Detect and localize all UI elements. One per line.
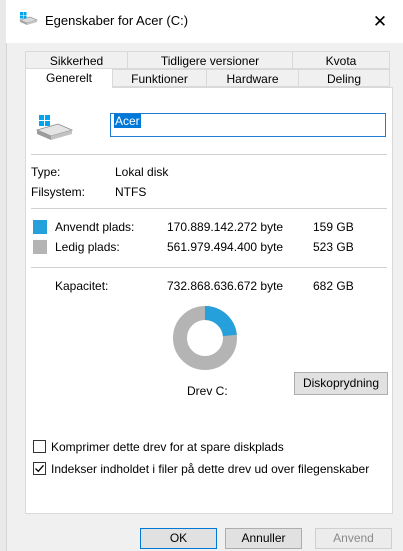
- capacity-bytes: 732.868.636.672 byte: [167, 279, 284, 293]
- ok-button[interactable]: OK: [140, 528, 217, 549]
- background-window-edge: [0, 0, 7, 551]
- drive-name-input[interactable]: Acer: [110, 113, 386, 137]
- compress-checkbox[interactable]: [33, 440, 46, 453]
- window-title: Egenskaber for Acer (C:): [45, 13, 189, 28]
- filesystem-value: NTFS: [115, 185, 147, 199]
- tab-kvota[interactable]: Kvota: [292, 51, 390, 69]
- close-icon: ✕: [372, 11, 388, 31]
- apply-button[interactable]: Anvend: [315, 528, 392, 549]
- general-panel: Acer Type: Lokal disk Filsystem: NTFS An…: [25, 87, 393, 514]
- used-space-gb: 159 GB: [313, 220, 354, 234]
- capacity-gb: 682 GB: [313, 279, 354, 293]
- disk-usage-donut: [173, 306, 237, 370]
- separator: [31, 154, 387, 155]
- compress-label: Komprimer dette drev for at spare diskpl…: [51, 440, 284, 454]
- separator: [31, 267, 387, 268]
- free-space-label: Ledig plads:: [55, 240, 120, 254]
- large-drive-icon: [34, 113, 74, 143]
- free-space-gb: 523 GB: [313, 240, 354, 254]
- tab-sikkerhed[interactable]: Sikkerhed: [25, 51, 128, 69]
- drive-name-value: Acer: [114, 114, 141, 128]
- used-space-bytes: 170.889.142.272 byte: [167, 220, 284, 234]
- used-space-swatch: [33, 220, 47, 234]
- tab-funktioner[interactable]: Funktioner: [112, 69, 207, 87]
- tab-tidligere-versioner[interactable]: Tidligere versioner: [127, 51, 293, 69]
- tab-generelt[interactable]: Generelt: [25, 68, 113, 88]
- tab-deling[interactable]: Deling: [298, 69, 390, 87]
- tab-hardware[interactable]: Hardware: [206, 69, 299, 87]
- title-bar: Egenskaber for Acer (C:) ✕: [6, 0, 403, 43]
- drive-label: Drev C:: [187, 384, 228, 398]
- type-label: Type:: [31, 165, 61, 179]
- index-checkbox[interactable]: [33, 462, 46, 475]
- close-button[interactable]: ✕: [357, 0, 403, 43]
- disk-cleanup-button[interactable]: Diskoprydning: [294, 372, 388, 395]
- index-label: Indekser indholdet i filer på dette drev…: [51, 462, 370, 476]
- capacity-label: Kapacitet:: [55, 279, 109, 293]
- type-value: Lokal disk: [115, 165, 169, 179]
- separator: [31, 208, 387, 209]
- free-space-bytes: 561.979.494.400 byte: [167, 240, 284, 254]
- checkmark-icon: [35, 464, 44, 473]
- free-space-swatch: [33, 240, 47, 254]
- filesystem-label: Filsystem:: [31, 185, 85, 199]
- drive-icon: [18, 11, 38, 27]
- used-space-label: Anvendt plads:: [55, 220, 135, 234]
- cancel-button[interactable]: Annuller: [225, 528, 302, 549]
